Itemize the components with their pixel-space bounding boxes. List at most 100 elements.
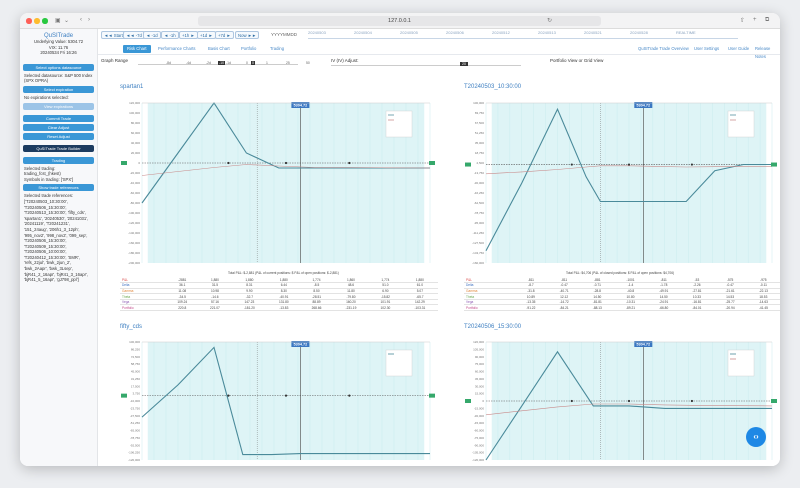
y-tick-label: 2,500: [476, 161, 484, 165]
y-tick-label: -46,250: [474, 191, 485, 195]
zero-marker: [690, 399, 694, 403]
new-tab-icon[interactable]: +: [753, 17, 757, 23]
clear-adjust-button[interactable]: Clear Adjust: [23, 123, 94, 131]
nav-now-button[interactable]: Now ►►: [235, 31, 260, 39]
nav-plus-1d-button[interactable]: +1d ►: [197, 31, 216, 39]
price-label: 5304.72: [636, 342, 650, 346]
y-tick-label: -75,000: [474, 436, 485, 440]
graph-range-handle-low[interactable]: -10: [218, 61, 226, 65]
timeline-label[interactable]: 20240521: [584, 30, 602, 35]
risk-chart-fifty-cds[interactable]: -120,000 -106,250 -92,500 -78,750 -65,000 -51…: [120, 334, 438, 466]
timeline-label[interactable]: REALTIME: [676, 30, 696, 35]
table-cell: 220.8: [165, 304, 199, 312]
zero-marker: [690, 163, 694, 166]
select-expiration-button[interactable]: Select expiration: [23, 85, 94, 93]
tab-trading[interactable]: Trading: [270, 45, 284, 53]
nav-plus-1h-button[interactable]: +1h ►: [179, 31, 198, 39]
share-icon[interactable]: ⇧: [740, 17, 745, 24]
maximize-window-button[interactable]: [42, 18, 48, 24]
y-tick-label: -105,000: [472, 451, 484, 455]
tab-trade-overview[interactable]: QuSITrade Trade Overview: [638, 45, 689, 53]
date-input[interactable]: YYYYMMDD: [271, 32, 297, 37]
table-cell: 102.30: [369, 304, 402, 312]
reset-adjust-button[interactable]: Reset Adjust: [23, 132, 94, 140]
timeline-slider[interactable]: 20240503 20240504 20240505 20240506 20240512…: [308, 29, 768, 42]
url-text: 127.0.0.1: [388, 18, 411, 24]
trade-builder-button[interactable]: QuSITrade Trade Builder: [23, 144, 94, 152]
selected-datasource: Selected datasource: S&P 500 Index (SPX …: [24, 72, 93, 84]
forward-icon[interactable]: ›: [88, 17, 90, 23]
pl-summary-spartan1: Total P&L: $-2,881 (P&L of current posit…: [228, 271, 339, 275]
tab-performance-charts[interactable]: Performance Charts: [158, 45, 195, 53]
table-cell: 221.07: [198, 304, 232, 312]
timeline-label[interactable]: 20240513: [538, 30, 556, 35]
show-trade-references-button[interactable]: Show trade references: [23, 184, 94, 192]
tab-risk-chart[interactable]: Risk Chart: [123, 45, 151, 53]
zero-marker: [348, 394, 351, 397]
timeline-label[interactable]: 20240512: [492, 30, 510, 35]
tab-basis-chart[interactable]: Basis Chart: [208, 45, 230, 53]
zero-marker: [570, 399, 573, 403]
y-tick-label: 60,000: [131, 131, 141, 135]
timeline-label[interactable]: 20240528: [630, 30, 648, 35]
table-cell: -231.19: [332, 304, 370, 312]
y-tick-label: 17,500: [131, 384, 141, 388]
tab-bar: Risk Chart Performance Charts Basis Char…: [98, 43, 780, 59]
y-tick-label: -15,000: [474, 406, 485, 410]
graph-range-handle-high[interactable]: 0: [251, 61, 255, 65]
nav-minus-7d-button[interactable]: ◄◄ -7d: [123, 31, 145, 39]
zero-marker: [627, 399, 631, 403]
expand-collapse-button[interactable]: ‹›: [746, 427, 766, 447]
time-navigation: ◄◄ Start ◄◄ -7d ◄ -1d ◄ -1h +1h ► +1d ► …: [98, 29, 780, 42]
iv-adjust-value[interactable]: 20: [460, 62, 468, 66]
panel-title-t20240503: T20240503_10:30:00: [464, 84, 522, 90]
edge-tag-right: [429, 393, 435, 398]
y-tick-label: 83,750: [475, 111, 485, 115]
y-tick-label: -120,000: [472, 458, 484, 462]
tab-portfolio[interactable]: Portfolio: [241, 45, 256, 53]
timeline-label[interactable]: 20240504: [354, 30, 372, 35]
tab-user-guide[interactable]: User Guide: [728, 45, 749, 53]
y-tick-label: 0: [482, 399, 484, 403]
y-tick-label: -120,000: [128, 221, 140, 225]
risk-chart-t20240503[interactable]: -160,000 -143,750 -127,500 -111,250 -95,000 -…: [464, 95, 780, 269]
reload-icon[interactable]: ↻: [547, 17, 552, 24]
timeline-label[interactable]: 20240503: [308, 30, 326, 35]
timeline-label[interactable]: 20240506: [446, 30, 464, 35]
y-tick-label: 120,000: [473, 340, 484, 344]
view-expirations-button[interactable]: View expirations: [23, 102, 94, 110]
nav-plus-7d-button[interactable]: +7d ►: [215, 31, 234, 39]
risk-chart-spartan1[interactable]: -200,000 -180,000 -160,000 -140,000 -120,000…: [120, 95, 438, 269]
graph-range-tick: -8d: [166, 61, 171, 65]
y-tick-label: 51,250: [475, 131, 485, 135]
tab-user-settings[interactable]: User Settings: [694, 45, 719, 53]
control-row: Graph Range -8d -4d -2d -1d 0 1 25 50 -10 0 IV …: [98, 56, 780, 70]
y-tick-label: -160,000: [128, 241, 140, 245]
y-tick-label: 100,000: [129, 340, 140, 344]
nav-minus-1h-button[interactable]: ◄ -1h: [161, 31, 179, 39]
y-tick-label: -62,500: [474, 201, 485, 205]
timeline-label[interactable]: 20240505: [400, 30, 418, 35]
no-expiration-text: No expirations selected:: [24, 94, 69, 100]
y-tick-label: -111,250: [473, 231, 485, 235]
y-tick-label: 60,000: [475, 370, 485, 374]
zero-marker: [284, 394, 288, 397]
tab-release-notes[interactable]: Release Notes: [755, 45, 780, 59]
panel-title-fifty-cds: fifty_cds: [120, 324, 143, 330]
iv-adjust-slider[interactable]: [331, 65, 521, 66]
commit-trade-button[interactable]: Commit Trade: [23, 114, 94, 122]
sidebar-toggle-icon[interactable]: ▣: [55, 17, 61, 24]
chevron-down-icon[interactable]: ⌄: [64, 17, 69, 24]
minimize-window-button[interactable]: [34, 18, 40, 24]
table-cell: -103.31: [401, 304, 438, 312]
y-tick-label: -143,750: [472, 251, 484, 255]
risk-chart-t20240506[interactable]: -120,000 -105,000 -90,000 -75,000 -60,000 -45…: [464, 334, 780, 466]
back-icon[interactable]: ‹: [80, 17, 82, 23]
url-bar[interactable]: 127.0.0.1: [198, 16, 601, 26]
nav-minus-1d-button[interactable]: ◄ -1d: [143, 31, 161, 39]
close-window-button[interactable]: [26, 18, 32, 24]
select-datasource-button[interactable]: Select options datasource: [23, 63, 94, 71]
iv-adjust-label: IV (IV) Adjust:: [331, 58, 359, 63]
tab-overview-icon[interactable]: ⧉: [765, 17, 769, 24]
y-tick-label: -100,000: [128, 211, 140, 215]
